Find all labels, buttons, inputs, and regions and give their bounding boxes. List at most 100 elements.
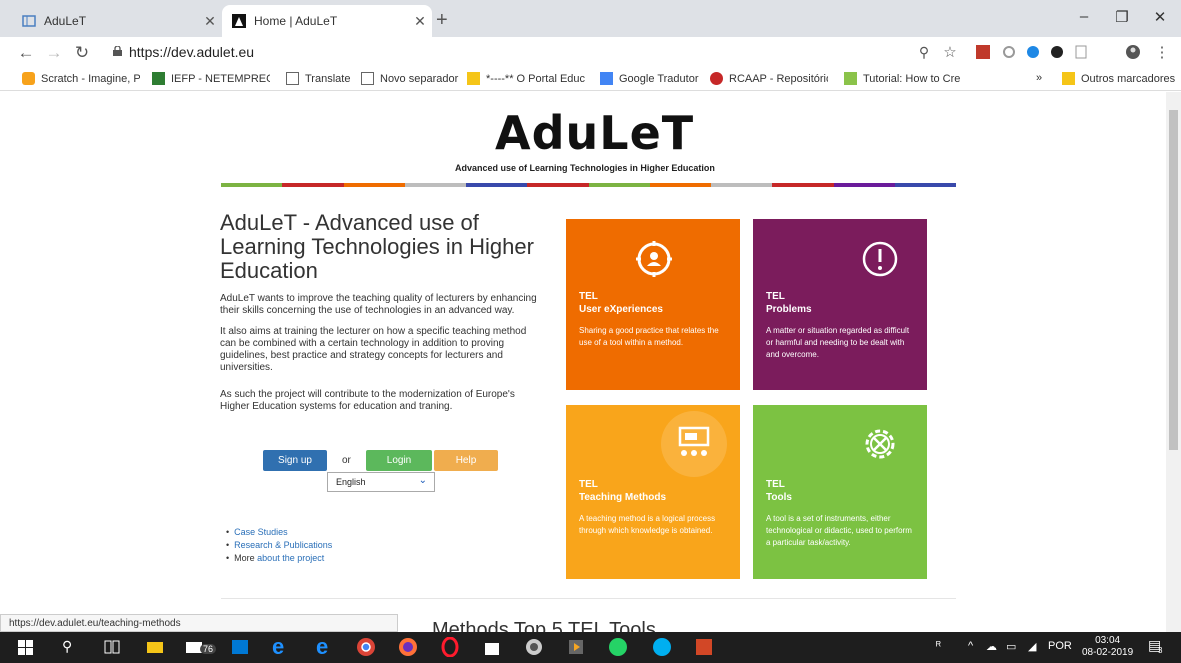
intro-paragraph: As such the project will contribute to t…: [220, 389, 515, 412]
onedrive-icon[interactable]: ☁: [986, 640, 997, 653]
bookmark-item[interactable]: Google Tradutor: [600, 72, 700, 85]
color-stripe-segment: [894, 183, 956, 187]
browser-tab-bar: AduLeT ✕ Home | AduLeT ✕ + – ❐ ✕: [0, 0, 1181, 37]
opera-icon[interactable]: [440, 637, 460, 657]
profile-avatar-icon[interactable]: [1126, 45, 1140, 59]
color-stripe-segment: [833, 183, 895, 187]
outlook-icon[interactable]: [230, 637, 250, 657]
reload-icon[interactable]: ↻: [72, 43, 92, 63]
intro-paragraph: AduLeT wants to improve the teaching qua…: [220, 293, 537, 316]
extension-circle-icon[interactable]: [1002, 45, 1016, 59]
bookmark-item[interactable]: Tutorial: How to Crea: [844, 72, 960, 85]
other-bookmarks[interactable]: Outros marcadores: [1062, 72, 1175, 85]
folder-icon: [1062, 72, 1075, 85]
address-bar[interactable]: https://dev.adulet.eu: [129, 44, 254, 60]
taskbar-clock[interactable]: 03:04 08-02-2019: [1082, 635, 1133, 659]
bookmark-item[interactable]: Translate: [286, 72, 371, 85]
tab-home-adulet[interactable]: Home | AduLeT ✕: [222, 5, 432, 37]
tile-user-experiences[interactable]: TEL User eXperiences Sharing a good pract…: [566, 219, 740, 390]
color-stripe-segment: [711, 183, 773, 187]
signup-button[interactable]: Sign up: [263, 450, 327, 471]
research-link[interactable]: Research & Publications: [234, 540, 332, 550]
project-links: Case Studies Research & Publications Mor…: [226, 526, 332, 565]
help-button[interactable]: Help: [434, 450, 498, 471]
record-icon[interactable]: [524, 637, 544, 657]
color-stripe-segment: [649, 183, 711, 187]
lock-icon: [113, 46, 122, 56]
bookmark-item[interactable]: IEFP - NETEMPREGO: [152, 72, 270, 85]
store-icon[interactable]: [482, 637, 502, 657]
bookmark-star-icon[interactable]: ☆: [940, 43, 960, 61]
extension-doc-icon[interactable]: [1074, 45, 1088, 59]
tile-description: A teaching method is a logical process t…: [579, 514, 716, 535]
task-view-icon[interactable]: [102, 637, 122, 657]
file-explorer-icon[interactable]: [145, 637, 165, 657]
site-tagline: Advanced use of Learning Technologies in…: [455, 163, 715, 173]
edge-icon[interactable]: e: [316, 634, 328, 660]
battery-icon[interactable]: ▭: [1006, 640, 1016, 653]
case-studies-link[interactable]: Case Studies: [234, 527, 288, 537]
wifi-icon[interactable]: ◢: [1028, 640, 1036, 653]
tile-problems[interactable]: TEL Problems A matter or situation regard…: [753, 219, 927, 390]
bookmark-item[interactable]: *----** O Portal Educ: [467, 72, 587, 85]
language-select[interactable]: English ⌄: [327, 472, 435, 492]
bookmark-item[interactable]: Scratch - Imagine, Pr: [22, 72, 140, 85]
scratch-icon: [22, 72, 35, 85]
presentation-icon: [678, 426, 710, 456]
user-target-icon: [636, 241, 672, 277]
restore-icon[interactable]: ❐: [1112, 8, 1132, 26]
rcaap-icon: [710, 72, 723, 85]
forward-icon[interactable]: →: [44, 43, 64, 63]
tile-tools[interactable]: TEL Tools A tool is a set of instruments,…: [753, 405, 927, 579]
bookmark-item[interactable]: Novo separador: [361, 72, 461, 85]
powerpoint-icon[interactable]: [694, 637, 714, 657]
page-scrollbar[interactable]: [1166, 92, 1181, 632]
input-language[interactable]: POR: [1048, 640, 1072, 652]
close-tab-icon[interactable]: ✕: [198, 13, 222, 30]
page-icon: [286, 72, 299, 85]
translate-icon: [600, 72, 613, 85]
bookmarks-overflow[interactable]: »: [1036, 72, 1042, 84]
login-button[interactable]: Login: [366, 450, 432, 471]
zoom-icon[interactable]: ⚲: [914, 44, 934, 61]
new-tab-icon[interactable]: +: [436, 9, 448, 32]
ie-icon[interactable]: e: [272, 634, 284, 660]
color-stripe-segment: [527, 183, 589, 187]
skype-icon[interactable]: [652, 637, 672, 657]
color-stripe-segment: [343, 183, 405, 187]
people-icon[interactable]: ᴿ: [936, 640, 941, 652]
pdf-extension-icon[interactable]: [976, 45, 990, 59]
browser-toolbar: ← → ↻ https://dev.adulet.eu ⚲ ☆ ⋮: [0, 37, 1181, 67]
tile-description: A matter or situation regarded as diffic…: [766, 326, 910, 359]
page-title: AduLeT - Advanced use of Learning Techno…: [220, 210, 534, 283]
extension-dark-icon[interactable]: [1050, 45, 1064, 59]
tab-adulet[interactable]: AduLeT ✕: [12, 5, 222, 37]
tile-teaching-methods[interactable]: TEL Teaching Methods A teaching method is…: [566, 405, 740, 579]
scroll-thumb[interactable]: [1169, 110, 1178, 450]
color-stripe-segment: [221, 183, 283, 187]
firefox-icon[interactable]: [398, 637, 418, 657]
tile-title: TEL User eXperiences: [579, 291, 663, 315]
close-tab-icon[interactable]: ✕: [408, 13, 432, 30]
intro-paragraph: It also aims at training the lecturer on…: [220, 326, 527, 373]
whatsapp-icon[interactable]: [608, 637, 628, 657]
minimize-icon[interactable]: –: [1074, 8, 1094, 25]
extension-blue-icon[interactable]: [1026, 45, 1040, 59]
section-divider: [221, 598, 956, 599]
bookmark-item[interactable]: RCAAP - Repositório: [710, 72, 828, 85]
site-logo[interactable]: AduLeT: [495, 106, 694, 160]
about-project-link[interactable]: about the project: [257, 553, 324, 563]
tray-chevron-icon[interactable]: ^: [968, 640, 973, 652]
chevron-down-icon: ⌄: [418, 475, 427, 486]
menu-kebab-icon[interactable]: ⋮: [1152, 43, 1172, 61]
search-icon[interactable]: ⚲: [62, 638, 72, 655]
chrome-icon[interactable]: [356, 637, 376, 657]
back-icon[interactable]: ←: [16, 43, 36, 63]
page-icon: [361, 72, 374, 85]
windows-start-icon[interactable]: [18, 640, 33, 655]
portal-icon: [467, 72, 480, 85]
media-player-icon[interactable]: [566, 637, 586, 657]
close-window-icon[interactable]: ✕: [1150, 8, 1170, 26]
notification-count: 3: [1158, 646, 1163, 655]
color-stripe-segment: [772, 183, 834, 187]
